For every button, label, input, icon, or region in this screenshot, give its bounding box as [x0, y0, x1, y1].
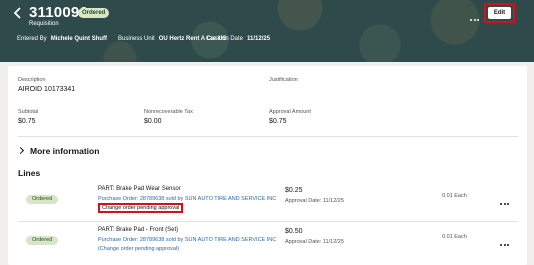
page-header: 3110096 Ordered Requisition Entered By Mi…	[0, 0, 534, 62]
lines-heading: Lines	[18, 168, 41, 178]
nonrecoverable-tax-label: Nonrecoverable Tax	[144, 109, 193, 115]
divider	[18, 221, 518, 222]
chevron-left-icon[interactable]	[12, 6, 24, 20]
requisition-card: Description AIROID 10173341 Justificatio…	[8, 66, 527, 265]
approval-amount-label: Approval Amount	[269, 109, 311, 115]
change-order-link[interactable]: Change order pending approval	[98, 203, 184, 213]
edit-highlight: Edit	[484, 3, 515, 23]
line-quantity: 0.01 Each	[442, 234, 467, 240]
line-status-badge: Ordered	[26, 195, 59, 204]
line-actions-icon[interactable]	[500, 192, 512, 205]
list-item: Ordered PART: Brake Pad - Front (Set) Pu…	[16, 225, 519, 261]
approval-amount-value: $0.75	[269, 118, 287, 125]
more-information-toggle[interactable]: More information	[16, 146, 100, 156]
description-label: Description	[18, 77, 46, 83]
more-actions-icon[interactable]	[470, 8, 482, 21]
divider	[18, 136, 518, 137]
line-quantity: 0.01 Each	[442, 193, 467, 199]
purchase-order-link[interactable]: Purchase Order: 28789638 sold by SUN AUT…	[98, 196, 276, 202]
line-approval-date: Approval Date: 11/12/25	[285, 198, 344, 204]
line-status-badge: Ordered	[26, 236, 59, 245]
edit-button[interactable]: Edit	[488, 7, 511, 19]
line-amount: $0.50	[285, 228, 303, 235]
creation-date-label: Creation Date	[206, 36, 244, 42]
line-amount: $0.25	[285, 187, 303, 194]
line-item-name[interactable]: PART: Brake Pad Wear Sensor	[98, 186, 181, 192]
status-badge: Ordered	[78, 8, 110, 18]
entered-by-value: Michele Quint Shuff	[50, 36, 108, 42]
justification-label: Justification	[269, 77, 298, 83]
subtotal-value: $0.75	[18, 118, 36, 125]
line-approval-date: Approval Date: 11/12/25	[285, 239, 344, 245]
change-order-link[interactable]: (Change order pending approval)	[98, 246, 179, 252]
purchase-order-link[interactable]: Purchase Order: 28789638 sold by SUN AUT…	[98, 237, 276, 243]
list-item: Ordered PART: Brake Pad Wear Sensor Purc…	[16, 184, 519, 220]
entered-by: Entered By Michele Quint Shuff	[17, 36, 107, 42]
entered-by-label: Entered By	[17, 36, 47, 42]
more-information-label: More information	[30, 146, 100, 156]
business-unit-label: Business Unit	[118, 36, 155, 42]
line-item-name[interactable]: PART: Brake Pad - Front (Set)	[98, 227, 178, 233]
page-subtitle: Requisition	[29, 21, 59, 27]
creation-date: Creation Date 11/12/25	[206, 36, 270, 42]
line-actions-icon[interactable]	[500, 233, 512, 246]
nonrecoverable-tax-value: $0.00	[144, 118, 162, 125]
creation-date-value: 11/12/25	[247, 36, 271, 42]
chevron-right-icon	[16, 146, 25, 155]
description-value: AIROID 10173341	[18, 86, 76, 93]
subtotal-label: Subtotal	[18, 109, 39, 115]
